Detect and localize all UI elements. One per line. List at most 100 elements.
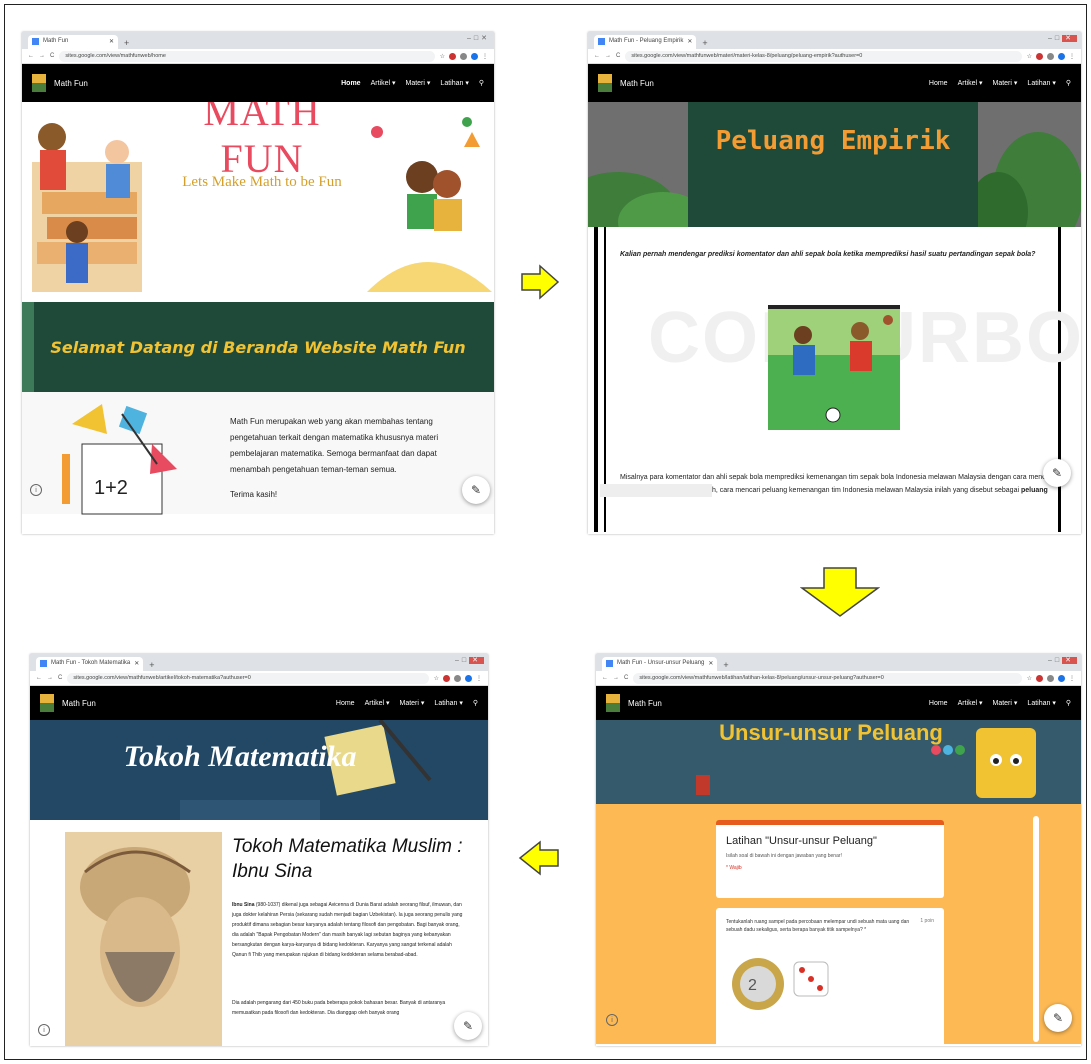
tokoh-banner: Tokoh Matematika: [30, 720, 488, 820]
new-tab-button[interactable]: +: [723, 659, 728, 671]
ext-icon[interactable]: [454, 674, 461, 682]
menu-icon[interactable]: ⋮: [476, 675, 482, 682]
nav-home[interactable]: Home: [929, 80, 948, 87]
form-scrollbar[interactable]: [1033, 816, 1039, 1042]
forward-icon[interactable]: →: [39, 53, 45, 59]
search-icon[interactable]: ⚲: [473, 699, 478, 707]
browser-tab[interactable]: Math Fun - Tokoh Matematika ✕: [36, 657, 144, 671]
nav-materi[interactable]: Materi ▾: [993, 699, 1018, 707]
search-icon[interactable]: ⚲: [1066, 79, 1071, 87]
new-tab-button[interactable]: +: [124, 37, 129, 49]
peluang-content: COLOURBOX Kalian pernah mendengar predik…: [588, 227, 1081, 532]
ext-icon[interactable]: [443, 674, 450, 682]
profile-avatar[interactable]: [1058, 674, 1065, 682]
hero-section: MATH FUN Lets Make Math to be Fun: [22, 102, 494, 302]
site-name[interactable]: Math Fun: [628, 699, 662, 708]
star-icon[interactable]: ☆: [1027, 53, 1032, 60]
back-icon[interactable]: ←: [594, 53, 600, 59]
ext-icon[interactable]: [460, 52, 467, 60]
search-icon[interactable]: ⚲: [1066, 699, 1071, 707]
profile-avatar[interactable]: [1058, 52, 1065, 60]
nav-artikel[interactable]: Artikel ▾: [958, 699, 983, 707]
reload-icon[interactable]: C: [616, 53, 620, 59]
browser-tab[interactable]: Math Fun - Peluang Empirik ✕: [594, 35, 697, 49]
question-points: 1 poin: [920, 918, 934, 924]
menu-icon[interactable]: ⋮: [482, 53, 488, 60]
close-tab-icon[interactable]: ✕: [109, 38, 114, 45]
info-icon[interactable]: i: [606, 1014, 618, 1026]
site-name[interactable]: Math Fun: [620, 79, 654, 88]
menu-icon[interactable]: ⋮: [1069, 53, 1075, 60]
nav-artikel[interactable]: Artikel ▾: [371, 79, 396, 87]
close-tab-icon[interactable]: ✕: [687, 38, 692, 45]
site-logo[interactable]: [32, 74, 46, 92]
reload-icon[interactable]: C: [624, 675, 628, 681]
address-bar: ← → C sites.google.com/view/mathfunweb/art…: [30, 671, 488, 686]
back-icon[interactable]: ←: [36, 675, 42, 681]
forward-icon[interactable]: →: [613, 675, 619, 681]
close-tab-icon[interactable]: ✕: [134, 660, 139, 667]
menu-icon[interactable]: ⋮: [1069, 675, 1075, 682]
window-controls[interactable]: –□✕: [1048, 656, 1077, 664]
star-icon[interactable]: ☆: [434, 675, 439, 682]
info-icon[interactable]: i: [38, 1024, 50, 1036]
window-controls[interactable]: –□✕: [455, 656, 484, 664]
url-field[interactable]: sites.google.com/view/mathfunweb/latihan…: [633, 672, 1022, 684]
url-field[interactable]: sites.google.com/view/mathfunweb/home: [59, 50, 435, 62]
browser-tab[interactable]: Math Fun ✕: [28, 35, 118, 49]
back-icon[interactable]: ←: [28, 53, 34, 59]
profile-avatar[interactable]: [471, 52, 478, 60]
edit-pencil-icon[interactable]: ✎: [462, 476, 490, 504]
search-icon[interactable]: ⚲: [479, 79, 484, 87]
nav-artikel[interactable]: Artikel ▾: [958, 79, 983, 87]
url-field[interactable]: sites.google.com/view/mathfunweb/artikel…: [67, 672, 429, 684]
window-controls[interactable]: –□✕: [467, 34, 490, 42]
site-logo[interactable]: [598, 74, 612, 92]
sites-favicon-icon: [32, 38, 39, 45]
profile-avatar[interactable]: [465, 674, 472, 682]
close-tab-icon[interactable]: ✕: [708, 660, 713, 667]
window-controls[interactable]: –□✕: [1048, 34, 1077, 42]
edit-pencil-icon[interactable]: ✎: [454, 1012, 482, 1040]
site-logo[interactable]: [606, 694, 620, 712]
nav-home[interactable]: Home: [341, 80, 360, 87]
nav-home[interactable]: Home: [929, 700, 948, 707]
nav-materi[interactable]: Materi ▾: [400, 699, 425, 707]
url-field[interactable]: sites.google.com/view/mathfunweb/materi/…: [625, 50, 1022, 62]
nav-materi[interactable]: Materi ▾: [406, 79, 431, 87]
nav-home[interactable]: Home: [336, 700, 355, 707]
nav-materi[interactable]: Materi ▾: [993, 79, 1018, 87]
edit-pencil-icon[interactable]: ✎: [1043, 459, 1071, 487]
nav-latihan[interactable]: Latihan ▾: [434, 699, 462, 707]
edit-pencil-icon[interactable]: ✎: [1044, 1004, 1072, 1032]
new-tab-button[interactable]: +: [702, 37, 707, 49]
site-name[interactable]: Math Fun: [54, 79, 88, 88]
site-name[interactable]: Math Fun: [62, 699, 96, 708]
reload-icon[interactable]: C: [58, 675, 62, 681]
nav-latihan[interactable]: Latihan ▾: [1027, 79, 1055, 87]
screenshot-tokoh-matematika: Math Fun - Tokoh Matematika ✕ + –□ ✕ ← → C s…: [30, 654, 488, 1046]
new-tab-button[interactable]: +: [149, 659, 154, 671]
latihan-banner: Unsur-unsur Peluang: [596, 720, 1081, 804]
ibnu-sina-portrait: [65, 832, 222, 1046]
reload-icon[interactable]: C: [50, 53, 54, 59]
star-icon[interactable]: ☆: [1027, 675, 1032, 682]
ext-icon[interactable]: [1036, 674, 1043, 682]
info-icon[interactable]: i: [30, 484, 42, 496]
star-icon[interactable]: ☆: [440, 53, 445, 60]
ext-icon[interactable]: [1047, 52, 1054, 60]
ext-icon[interactable]: [449, 52, 456, 60]
ext-icon[interactable]: [1036, 52, 1043, 60]
forward-icon[interactable]: →: [605, 53, 611, 59]
forward-icon[interactable]: →: [47, 675, 53, 681]
peluang-banner: Peluang Empirik: [588, 102, 1081, 227]
ext-icon[interactable]: [1047, 674, 1054, 682]
browser-tab[interactable]: Math Fun - Unsur-unsur Peluang ✕: [602, 657, 718, 671]
hero-title: MATH FUN: [203, 102, 321, 181]
nav-latihan[interactable]: Latihan ▾: [440, 79, 468, 87]
nav-artikel[interactable]: Artikel ▾: [365, 699, 390, 707]
back-icon[interactable]: ←: [602, 675, 608, 681]
site-logo[interactable]: [40, 694, 54, 712]
nav-latihan[interactable]: Latihan ▾: [1027, 699, 1055, 707]
banner-background: [588, 102, 1081, 227]
